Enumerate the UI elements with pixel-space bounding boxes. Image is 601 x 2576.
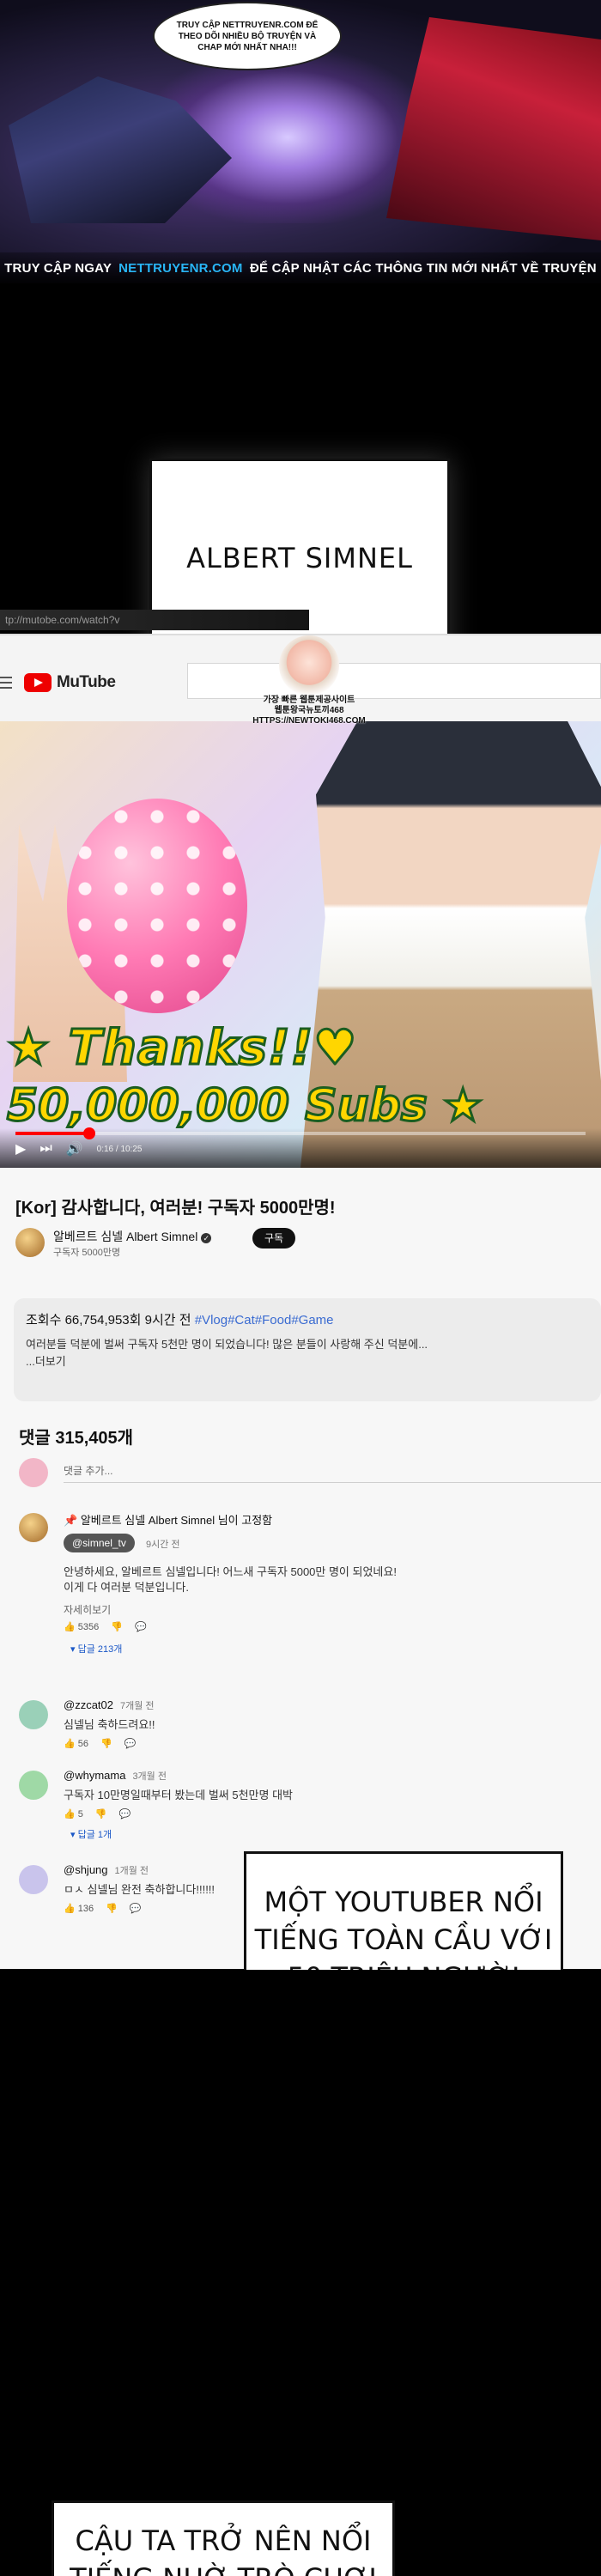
bubble-text: TRUY CẬP NETTRUYENR.COM ĐỂ THEO DÕI NHIỀ… bbox=[176, 20, 319, 52]
list-item: @zzcat02 7개월 전 심넬님 축하드려요!! 👍 56 👎 💬 bbox=[19, 1698, 586, 1750]
progress-fill bbox=[15, 1132, 90, 1135]
mutube-header: MuTube 가장 빠른 웹툰제공사이트 웹툰왕국뉴토끼468 HTTPS://… bbox=[0, 635, 601, 726]
control-row: ▶ ⏭ 🔊 0:16 / 10:25 bbox=[15, 1140, 142, 1157]
show-more-link[interactable]: ...더보기 bbox=[26, 1352, 589, 1369]
video-title: [Kor] 감사합니다, 여러분! 구독자 5000만명! bbox=[15, 1199, 336, 1218]
address-bar[interactable]: tp://mutobe.com/watch?v bbox=[0, 610, 309, 630]
hashtag[interactable]: #Game bbox=[291, 1313, 333, 1327]
like-button[interactable]: 👍 56 bbox=[64, 1738, 88, 1749]
hashtag[interactable]: #Vlog bbox=[195, 1313, 228, 1327]
comment-meta: @zzcat02 7개월 전 bbox=[64, 1698, 155, 1711]
reply-icon[interactable]: 💬 bbox=[119, 1808, 131, 1820]
description-text: 여러분들 덕분에 벌써 구독자 5천만 명이 되었습니다! 많은 분들이 사랑해… bbox=[26, 1338, 428, 1351]
view-count: 조회수 66,754,953회 bbox=[26, 1313, 142, 1327]
upload-ago: 9시간 전 bbox=[144, 1313, 191, 1327]
strip-suffix: ĐỂ CẬP NHẬT CÁC THÔNG TIN MỚI NHẤT VỀ TR… bbox=[249, 260, 597, 276]
app-name: MuTube bbox=[57, 673, 116, 691]
add-comment-input[interactable]: 댓글 추가... bbox=[64, 1463, 113, 1478]
watermark: 가장 빠른 웹툰제공사이트 웹툰왕국뉴토끼468 HTTPS://NEWTOKI… bbox=[249, 635, 369, 764]
channel-avatar[interactable] bbox=[15, 1228, 45, 1257]
reply-icon[interactable]: 💬 bbox=[124, 1738, 137, 1749]
video-player[interactable]: ★ Thanks!!♥ 50,000,000 Subs ★ ▶ ⏭ 🔊 0:16… bbox=[0, 721, 601, 1168]
strip-site-link[interactable]: NETTRUYENR.COM bbox=[115, 261, 246, 276]
channel-subs: 구독자 5000만명 bbox=[53, 1248, 121, 1258]
comment-text: ㅁㅅ 심넬님 완전 축하합니다!!!!!! bbox=[64, 1883, 216, 1896]
overlay-subs: 50,000,000 Subs ★ bbox=[5, 1079, 483, 1133]
like-button[interactable]: 👍 5 bbox=[64, 1808, 83, 1820]
strip-prefix: TRUY CẬP NGAY bbox=[4, 260, 112, 276]
url-text: tp://mutobe.com/watch?v bbox=[5, 614, 120, 626]
mutube-page: MuTube 가장 빠른 웹툰제공사이트 웹툰왕국뉴토끼468 HTTPS://… bbox=[0, 634, 601, 1969]
like-button[interactable]: 👍 5356 bbox=[64, 1621, 99, 1632]
comment-text: 안녕하세요, 알베르트 심넬입니다! 어느새 구독자 5000만 명이 되었네요… bbox=[64, 1565, 397, 1594]
comment-avatar[interactable] bbox=[19, 1513, 48, 1542]
dislike-icon[interactable]: 👎 bbox=[106, 1903, 118, 1914]
comment-text: 심넬님 축하드려요!! bbox=[64, 1718, 155, 1731]
pinned-comment: 📌 알베르트 심넬 Albert Simnel 님이 고정함 @simnel_t… bbox=[19, 1511, 586, 1655]
watermark-line3: HTTPS://NEWTOKI468.COM bbox=[252, 716, 366, 726]
input-underline bbox=[64, 1482, 601, 1483]
comment-actions: 👍 56 👎 💬 bbox=[64, 1738, 136, 1749]
dislike-icon[interactable]: 👎 bbox=[95, 1808, 107, 1820]
add-comment-row[interactable]: 댓글 추가... bbox=[19, 1458, 601, 1487]
comment-avatar[interactable] bbox=[19, 1771, 48, 1800]
play-icon[interactable]: ▶ bbox=[15, 1140, 26, 1157]
comment-avatar[interactable] bbox=[19, 1700, 48, 1729]
reply-icon[interactable]: 💬 bbox=[130, 1903, 142, 1914]
comment-actions: 👍 5 👎 💬 bbox=[64, 1808, 131, 1820]
overlay-thanks: ★ Thanks!!♥ bbox=[5, 1019, 358, 1078]
dislike-icon[interactable]: 👎 bbox=[111, 1621, 123, 1632]
channel-name-wrap[interactable]: 알베르트 심넬 Albert Simnel ✓ bbox=[53, 1228, 212, 1245]
replies-toggle[interactable]: ▾ 답글 213개 bbox=[70, 1642, 122, 1656]
list-item: @whymama 3개월 전 구독자 10만명일때부터 봤는데 벌써 5천만명 대… bbox=[19, 1769, 586, 1846]
video-stats: 조회수 66,754,953회 9시간 전 #Vlog#Cat#Food#Gam… bbox=[26, 1310, 589, 1328]
dislike-icon[interactable]: 👎 bbox=[100, 1738, 112, 1749]
channel-name: 알베르트 심넬 Albert Simnel bbox=[53, 1230, 198, 1243]
caption-became: CẬU TA TRỞ NÊN NỔI TIẾNG NHỜ TRÒ CHƠI bbox=[70, 2524, 377, 2576]
red-armored-figure bbox=[386, 17, 601, 240]
channel-row: 알베르트 심넬 Albert Simnel ✓ 구독자 5000만명 구독 bbox=[15, 1224, 582, 1262]
subscribe-button[interactable]: 구독 bbox=[252, 1228, 295, 1249]
description-box[interactable]: 조회수 66,754,953회 9시간 전 #Vlog#Cat#Food#Gam… bbox=[14, 1298, 601, 1401]
promo-banner: TRUY CẬP NETTRUYENR.COM ĐỂ THEO DÕI NHIỀ… bbox=[0, 0, 601, 283]
hashtag[interactable]: #Food bbox=[255, 1313, 292, 1327]
see-more-link[interactable]: 자세히보기 bbox=[64, 1602, 111, 1617]
hamburger-menu-icon[interactable] bbox=[0, 677, 12, 689]
caption-name: ALBERT SIMNEL bbox=[186, 542, 413, 574]
comment-actions: 👍 136 👎 💬 bbox=[64, 1903, 142, 1914]
comment-avatar[interactable] bbox=[19, 1865, 48, 1894]
caption-became-box: CẬU TA TRỞ NÊN NỔI TIẾNG NHỜ TRÒ CHƠI bbox=[52, 2500, 395, 2576]
volume-icon[interactable]: 🔊 bbox=[66, 1140, 83, 1157]
balloon-dots bbox=[67, 799, 247, 1013]
banner-strip: TRUY CẬP NGAY NETTRUYENR.COM ĐỂ CẬP NHẬT… bbox=[0, 252, 601, 283]
speech-bubble: TRUY CẬP NETTRUYENR.COM ĐỂ THEO DÕI NHIỀ… bbox=[153, 2, 342, 70]
mutube-logo[interactable]: MuTube bbox=[24, 673, 116, 692]
pinned-by: 📌 알베르트 심넬 Albert Simnel 님이 고정함 bbox=[64, 1514, 273, 1527]
replies-toggle[interactable]: ▾ 답글 1개 bbox=[70, 1827, 112, 1841]
watermark-line1: 가장 빠른 웹툰제공사이트 bbox=[263, 696, 355, 705]
progress-bar[interactable] bbox=[15, 1127, 586, 1139]
user-avatar bbox=[19, 1458, 48, 1487]
author-handle-chip[interactable]: @simnel_tv bbox=[64, 1534, 135, 1552]
watermark-line2: 웹툰왕국뉴토끼468 bbox=[274, 706, 344, 715]
comment-meta: @shjung 1개월 전 bbox=[64, 1863, 149, 1876]
comment-ago: 9시간 전 bbox=[146, 1540, 180, 1550]
comment-meta: @whymama 3개월 전 bbox=[64, 1769, 167, 1782]
reply-icon[interactable]: 💬 bbox=[135, 1621, 147, 1632]
play-logo-icon bbox=[24, 673, 52, 692]
verified-check-icon: ✓ bbox=[201, 1233, 212, 1243]
comment-count: 댓글 315,405개 bbox=[19, 1429, 134, 1448]
black-gutter bbox=[0, 1970, 601, 2576]
comment-actions: 👍 5356 👎 💬 bbox=[64, 1621, 147, 1632]
watermark-mascot-icon bbox=[279, 635, 339, 696]
like-button[interactable]: 👍 136 bbox=[64, 1903, 94, 1914]
comment-text: 구독자 10만명일때부터 봤는데 벌써 5천만명 대박 bbox=[64, 1789, 293, 1801]
time-display: 0:16 / 10:25 bbox=[96, 1144, 143, 1154]
next-icon[interactable]: ⏭ bbox=[39, 1141, 52, 1157]
hashtag[interactable]: #Cat bbox=[228, 1313, 255, 1327]
